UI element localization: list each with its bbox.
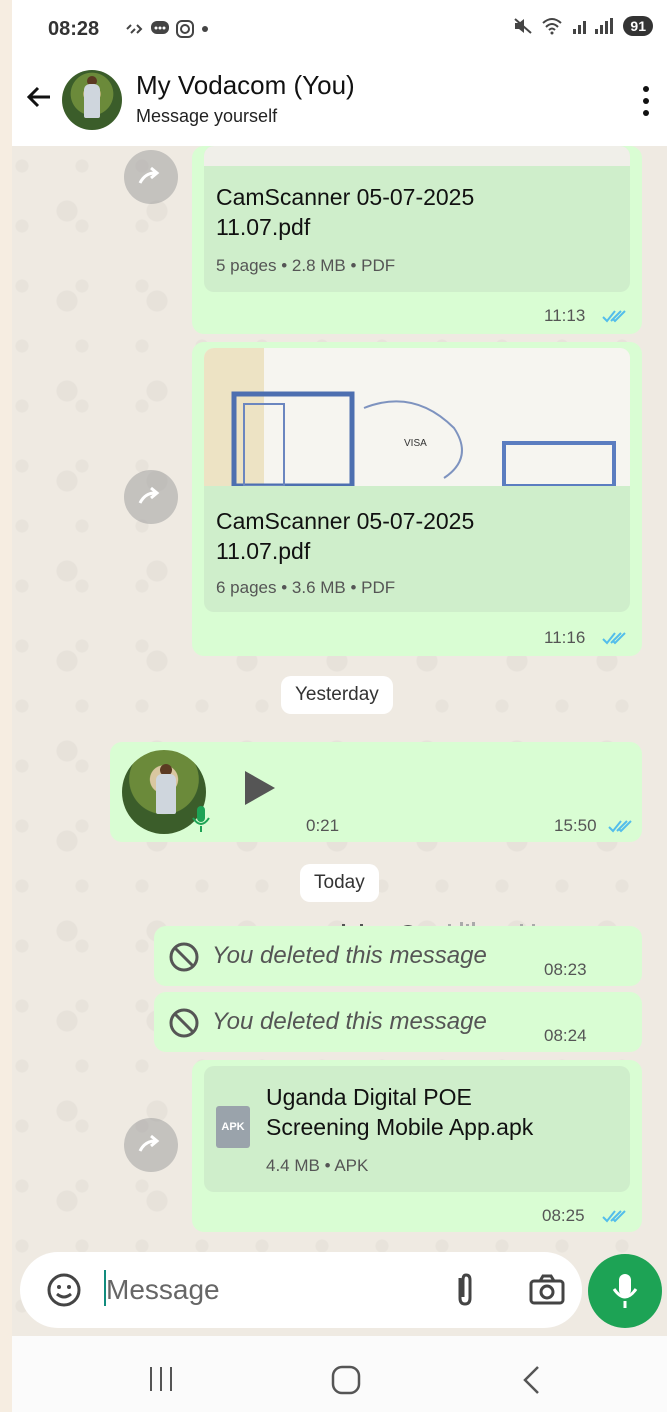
message-input[interactable]: Message [106,1274,220,1306]
blocked-icon [169,942,199,972]
message-composer[interactable]: Message [20,1252,582,1328]
status-bar: 08:28 91 [12,0,667,58]
wifi-icon [542,18,563,35]
document-title-line2: 11.07.pdf [216,538,311,564]
link-icon [126,24,143,34]
document-meta: 5 pages • 2.8 MB • PDF [216,256,396,275]
attach-icon[interactable] [450,1270,480,1310]
chat-title[interactable]: My Vodacom (You) [136,70,355,101]
document-title-line2: 11.07.pdf [216,214,311,240]
chat-notification-icon [151,21,169,34]
message-time: 08:24 [544,1026,587,1045]
chat-subtitle: Message yourself [136,106,278,126]
document-message[interactable]: VISA CamScanner 05-07-2025 11.07.pdf 6 p… [192,342,642,656]
instagram-icon [176,20,194,38]
message-time: 11:13 [544,306,586,325]
forward-button[interactable] [124,470,178,524]
voice-record-button[interactable] [588,1254,662,1328]
date-divider: Yesterday [281,676,393,714]
deleted-message[interactable]: You deleted this message 08:23 [154,926,642,986]
chat-header: My Vodacom (You) Message yourself [12,58,667,146]
message-time: 11:16 [544,628,586,647]
message-time: 08:23 [544,960,587,979]
deleted-text: You deleted this message [212,1008,487,1035]
deleted-message[interactable]: You deleted this message 08:24 [154,992,642,1052]
file-title-line2: Screening Mobile App.apk [266,1114,534,1140]
message-time: 15:50 [554,816,597,835]
voice-duration: 0:21 [306,816,340,835]
dot-icon [202,26,208,32]
svg-text:VISA: VISA [404,438,427,449]
file-meta: 4.4 MB • APK [266,1156,369,1175]
read-ticks-icon [602,632,626,645]
signal-icon [573,18,614,34]
file-message[interactable]: APK Uganda Digital POE Screening Mobile … [192,1060,642,1232]
microphone-icon [612,1274,638,1308]
camera-icon[interactable] [528,1273,566,1307]
forward-icon [138,166,160,184]
document-title-line1: CamScanner 05-07-2025 [216,508,475,534]
forward-button[interactable] [124,150,178,204]
voice-message[interactable]: 0:21 15:50 [110,742,642,842]
forward-icon [138,1134,160,1152]
forward-button[interactable] [124,1118,178,1172]
document-thumbnail: VISA [204,348,630,486]
system-nav-bar [12,1336,667,1412]
back-arrow-icon[interactable] [24,82,54,112]
date-divider: Today [300,864,379,902]
sticker-icon[interactable] [46,1272,82,1308]
message-time: 08:25 [542,1206,585,1225]
play-icon[interactable] [242,768,278,808]
recent-apps-icon[interactable] [146,1364,176,1394]
more-options-icon[interactable] [643,86,651,116]
mute-icon [514,18,533,34]
apk-file-icon: APK [216,1106,250,1148]
document-title-line1: CamScanner 05-07-2025 [216,184,475,210]
status-time: 08:28 [48,18,100,40]
document-message[interactable]: CamScanner 05-07-2025 11.07.pdf 5 pages … [192,146,642,334]
battery-indicator: 91 [623,16,653,36]
read-ticks-icon [602,1210,626,1223]
forward-icon [138,486,160,504]
file-title-line1: Uganda Digital POE [266,1084,472,1110]
read-ticks-icon [608,820,632,833]
deleted-text: You deleted this message [212,942,487,969]
read-ticks-icon [602,310,626,323]
home-icon[interactable] [330,1364,362,1396]
document-thumbnail [204,146,630,166]
back-icon[interactable] [520,1364,544,1396]
avatar[interactable] [62,70,122,130]
document-meta: 6 pages • 3.6 MB • PDF [216,578,396,597]
chat-area: CamScanner 05-07-2025 11.07.pdf 5 pages … [12,146,667,1336]
phone-screen: 08:28 91 My Vodacom (You) Message yourse… [12,0,667,1412]
blocked-icon [169,1008,199,1038]
microphone-icon [192,806,210,832]
